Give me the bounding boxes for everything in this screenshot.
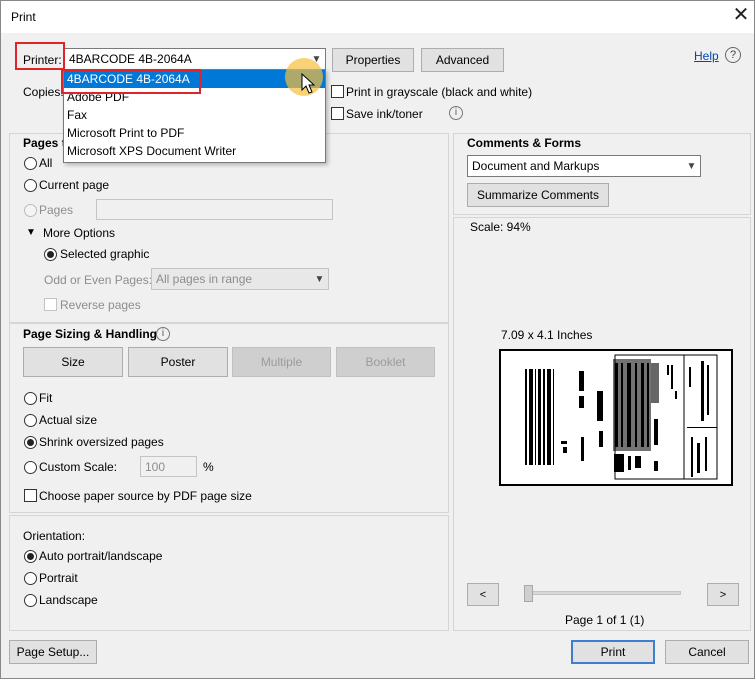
comments-value: Document and Markups [472,159,600,173]
help-link[interactable]: Help [694,49,719,63]
tab-booklet[interactable]: Booklet [336,347,435,377]
odd-even-select[interactable]: All pages in range ▼ [151,268,329,290]
window-title: Print [11,10,36,24]
portrait-label: Portrait [39,571,78,585]
preview-size-label: 7.09 x 4.1 Inches [501,328,593,342]
orientation-header: Orientation: [23,529,86,543]
print-dialog: Print ✕ Printer: 4BARCODE 4B-2064A ▼ Pro… [0,0,755,679]
prev-page-button[interactable]: < [467,583,499,606]
shipping-label-preview [525,354,718,480]
printer-option[interactable]: Microsoft XPS Document Writer [64,142,325,160]
auto-orientation-radio[interactable] [24,550,37,563]
actual-size-radio[interactable] [24,414,37,427]
cancel-button[interactable]: Cancel [665,640,749,664]
title-bar: Print ✕ [1,1,754,33]
summarize-comments-button[interactable]: Summarize Comments [467,183,609,207]
grayscale-label: Print in grayscale (black and white) [346,85,533,99]
odd-even-label: Odd or Even Pages: [44,273,153,287]
landscape-radio[interactable] [24,594,37,607]
pages-all-label: All [39,156,53,170]
grayscale-checkbox[interactable] [331,85,344,98]
selected-graphic-label: Selected graphic [60,247,150,261]
page-slider-handle[interactable] [524,585,533,602]
paper-source-checkbox[interactable] [24,489,37,502]
pages-header: Pages t [23,136,66,150]
actual-size-label: Actual size [39,413,98,427]
highlight-box [15,42,65,70]
more-options-label[interactable]: More Options [43,226,115,240]
next-page-button[interactable]: > [707,583,739,606]
fit-radio[interactable] [24,392,37,405]
percent-label: % [203,460,214,474]
custom-scale-input[interactable]: 100 [140,456,197,477]
pages-range-radio[interactable] [24,204,37,217]
help-icon[interactable]: ? [725,47,741,63]
print-button[interactable]: Print [571,640,655,664]
highlight-box [61,69,201,94]
collapse-triangle-icon[interactable]: ▼ [26,227,36,238]
scale-label: Scale: 94% [470,220,531,234]
page-indicator: Page 1 of 1 (1) [565,613,645,627]
tab-multiple[interactable]: Multiple [232,347,331,377]
portrait-radio[interactable] [24,572,37,585]
comments-select[interactable]: Document and Markups ▼ [467,155,701,177]
tab-poster[interactable]: Poster [128,347,228,377]
shrink-radio[interactable] [24,436,37,449]
fit-label: Fit [39,391,53,405]
current-page-label: Current page [39,178,110,192]
tab-size[interactable]: Size [23,347,123,377]
sizing-header: Page Sizing & Handling [23,327,158,341]
page-slider-track[interactable] [525,591,681,595]
preview-page [499,349,733,486]
paper-source-label: Choose paper source by PDF page size [39,489,252,503]
chevron-down-icon: ▼ [686,160,697,172]
save-ink-checkbox[interactable] [331,107,344,120]
auto-orientation-label: Auto portrait/landscape [39,549,163,563]
pages-range-label: Pages [39,203,74,217]
copies-label: Copies: [23,85,64,99]
advanced-button[interactable]: Advanced [421,48,504,72]
printer-option[interactable]: Fax [64,106,325,124]
selected-graphic-radio[interactable] [44,248,57,261]
comments-header: Comments & Forms [467,136,582,150]
save-ink-label: Save ink/toner [346,107,423,121]
printer-option[interactable]: Microsoft Print to PDF [64,124,325,142]
close-icon[interactable]: ✕ [730,5,752,27]
cursor-icon [301,73,315,94]
pages-all-radio[interactable] [24,157,37,170]
reverse-pages-label: Reverse pages [60,298,141,312]
printer-selected: 4BARCODE 4B-2064A [69,52,192,66]
custom-scale-radio[interactable] [24,461,37,474]
landscape-label: Landscape [39,593,98,607]
shrink-label: Shrink oversized pages [39,435,164,449]
properties-button[interactable]: Properties [332,48,414,72]
info-icon[interactable]: i [156,327,170,341]
pages-range-input[interactable] [96,199,333,220]
page-setup-button[interactable]: Page Setup... [9,640,97,664]
current-page-radio[interactable] [24,179,37,192]
custom-scale-label: Custom Scale: [39,460,118,474]
reverse-pages-checkbox[interactable] [44,298,57,311]
info-icon[interactable]: i [449,106,463,120]
chevron-down-icon: ▼ [314,273,325,285]
odd-even-value: All pages in range [156,272,253,286]
